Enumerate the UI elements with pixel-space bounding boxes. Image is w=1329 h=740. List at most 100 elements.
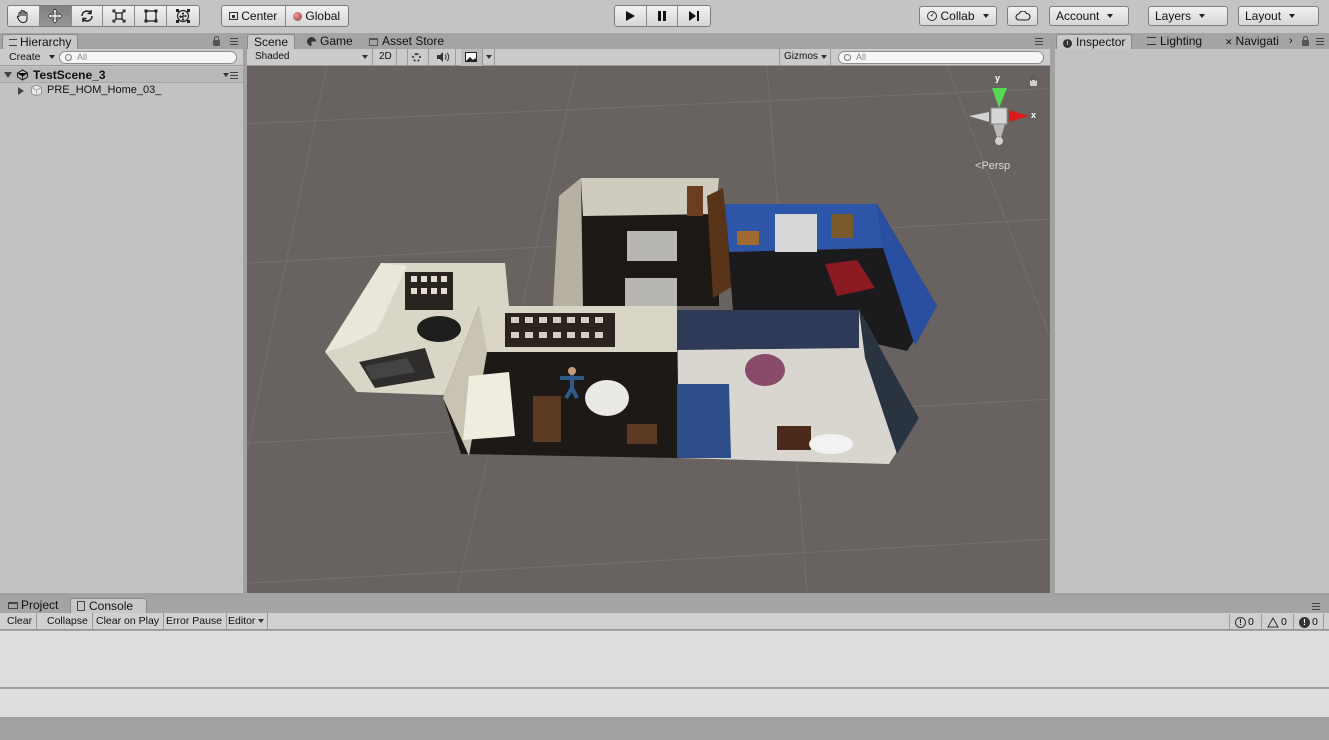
- inspector-panel: [1055, 49, 1329, 593]
- tab-scene[interactable]: Scene: [247, 34, 295, 49]
- scene-dropdown-icon[interactable]: [223, 73, 229, 77]
- cloud-button[interactable]: [1007, 6, 1038, 26]
- pivot-mode-button[interactable]: Center: [222, 6, 286, 26]
- hierarchy-toolbar: Create All: [0, 49, 243, 66]
- collapse-arrow-icon[interactable]: [18, 87, 24, 95]
- pause-button[interactable]: [646, 6, 679, 26]
- tab-project[interactable]: Project: [2, 598, 64, 613]
- scene-viewport[interactable]: y x <Persp: [247, 66, 1050, 593]
- play-icon: [626, 11, 636, 21]
- expand-arrow-icon[interactable]: [4, 72, 12, 78]
- toggle-2d-button[interactable]: 2D: [375, 49, 397, 66]
- scene-effects-toggle[interactable]: [461, 49, 483, 66]
- scene-menu-icon[interactable]: [230, 72, 238, 79]
- pause-icon: [658, 11, 666, 21]
- step-button[interactable]: [678, 6, 710, 26]
- play-button[interactable]: [615, 6, 647, 26]
- tab-console[interactable]: Console: [70, 598, 147, 613]
- hand-tool-icon[interactable]: [8, 6, 40, 26]
- cloud-icon: [1015, 11, 1031, 21]
- inspector-menu-icon[interactable]: [1316, 38, 1324, 45]
- console-menu-icon[interactable]: [1312, 603, 1320, 610]
- warning-count-toggle[interactable]: 0: [1261, 614, 1292, 630]
- tab-asset-store[interactable]: Asset Store: [363, 34, 450, 49]
- bottom-tabbar: Project Console: [0, 597, 1329, 613]
- console-clear-label: Clear: [7, 615, 33, 627]
- gizmo-x-label: x: [1031, 110, 1037, 120]
- console-collapse-label: Collapse: [47, 615, 88, 627]
- unity-scene-icon: [16, 69, 29, 81]
- clear-on-play-button[interactable]: Clear on Play: [92, 613, 165, 630]
- orientation-gizmo[interactable]: [969, 88, 1029, 145]
- hierarchy-tabbar: Hierarchy: [0, 33, 243, 49]
- error-pause-label: Error Pause: [166, 615, 223, 627]
- info-icon: !: [1235, 616, 1246, 628]
- rect-tool-icon[interactable]: [135, 6, 168, 26]
- tab-game[interactable]: Game: [301, 34, 359, 49]
- error-count-toggle[interactable]: ! 0: [1293, 614, 1324, 630]
- sun-icon: [412, 53, 421, 62]
- scale-tool-icon[interactable]: [103, 6, 136, 26]
- error-pause-button[interactable]: Error Pause: [162, 613, 228, 630]
- play-controls: [614, 5, 711, 27]
- projection-toggle[interactable]: <Persp: [975, 160, 1010, 172]
- hierarchy-search-input[interactable]: All: [59, 51, 237, 64]
- scene-row[interactable]: TestScene_3: [0, 67, 243, 83]
- transform-tool-icon[interactable]: [167, 6, 199, 26]
- layout-label: Layout: [1245, 9, 1282, 23]
- rotate-tool-icon[interactable]: [71, 6, 104, 26]
- navigation-icon: ✕: [1225, 37, 1233, 47]
- console-log-list[interactable]: [0, 631, 1329, 688]
- clear-on-play-label: Clear on Play: [96, 615, 160, 627]
- layers-button[interactable]: Layers: [1148, 6, 1228, 26]
- inspector-tabbar: i Inspector Lighting ✕ Navigati ›: [1053, 33, 1329, 49]
- tab-hierarchy[interactable]: Hierarchy: [2, 34, 79, 49]
- tab-lighting-label: Lighting: [1160, 34, 1203, 48]
- collab-button[interactable]: ✓ Collab: [919, 6, 997, 26]
- shading-dropdown-icon: [362, 55, 368, 59]
- speaker-icon: [437, 52, 450, 62]
- lighting-icon: [1147, 37, 1156, 45]
- shading-mode-dropdown[interactable]: Shaded: [251, 49, 373, 66]
- lock-icon[interactable]: [213, 36, 220, 46]
- layers-label: Layers: [1155, 9, 1192, 23]
- info-count-toggle[interactable]: ! 0: [1229, 614, 1259, 630]
- tab-inspector[interactable]: i Inspector: [1056, 34, 1133, 49]
- gizmos-label: Gizmos: [784, 51, 818, 62]
- scene-toolbar: Shaded 2D Gizmos All: [247, 49, 1050, 66]
- console-toolbar: Clear Collapse Clear on Play Error Pause…: [0, 613, 1329, 630]
- pivot-icon: [229, 12, 239, 20]
- panel-menu-icon[interactable]: [230, 38, 238, 45]
- tab-lighting[interactable]: Lighting: [1141, 34, 1208, 49]
- status-bar: [0, 718, 1329, 740]
- editor-dropdown[interactable]: Editor: [224, 613, 268, 630]
- gizmo-lock-icon[interactable]: [1030, 76, 1037, 86]
- scene-search-input[interactable]: All: [838, 51, 1044, 64]
- effects-dropdown[interactable]: [483, 49, 495, 66]
- move-tool-icon[interactable]: [39, 6, 72, 26]
- warning-count: 0: [1281, 616, 1287, 628]
- create-button[interactable]: Create: [3, 49, 59, 66]
- asset-store-icon: [369, 38, 378, 46]
- projection-label: Persp: [981, 160, 1011, 172]
- console-clear-button[interactable]: Clear: [3, 613, 38, 630]
- console-collapse-button[interactable]: Collapse: [43, 613, 93, 630]
- gizmos-dropdown[interactable]: Gizmos: [779, 49, 831, 66]
- layout-button[interactable]: Layout: [1238, 6, 1319, 26]
- pivot-controls: Center Global: [221, 5, 349, 27]
- warning-icon: [1267, 616, 1279, 627]
- scene-lighting-toggle[interactable]: [407, 49, 429, 66]
- scene-audio-toggle[interactable]: [432, 49, 456, 66]
- error-icon: !: [1299, 616, 1310, 628]
- pivot-mode-label: Center: [241, 9, 278, 23]
- scene-panel-menu-icon[interactable]: [1035, 38, 1043, 45]
- editor-label: Editor: [228, 615, 256, 627]
- tab-overflow-icon[interactable]: ›: [1289, 35, 1293, 47]
- scene-name: TestScene_3: [33, 68, 106, 82]
- hierarchy-item[interactable]: PRE_HOM_Home_03_: [0, 83, 243, 99]
- create-label: Create: [9, 51, 41, 63]
- pivot-rotation-button[interactable]: Global: [285, 6, 348, 26]
- console-detail-area[interactable]: [0, 689, 1329, 718]
- account-button[interactable]: Account: [1049, 6, 1129, 26]
- inspector-lock-icon[interactable]: [1302, 36, 1309, 46]
